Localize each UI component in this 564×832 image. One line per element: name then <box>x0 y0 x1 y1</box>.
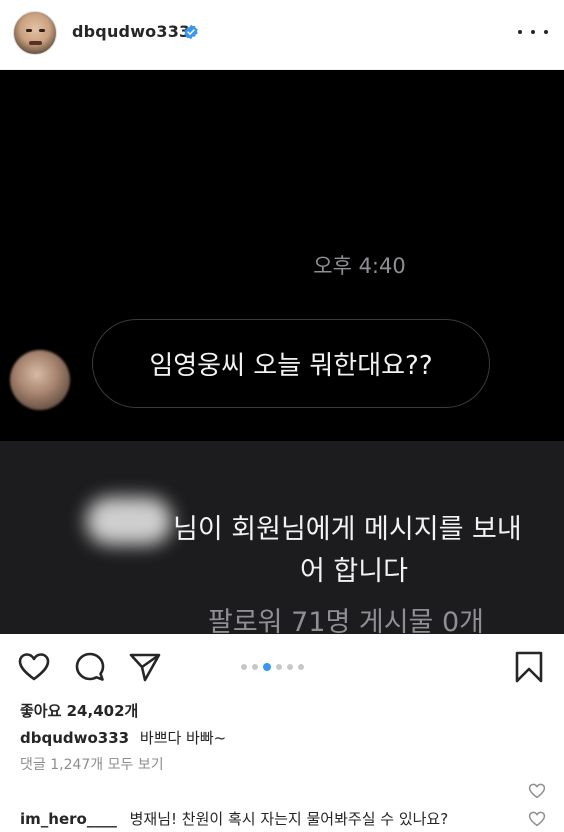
verified-badge-icon <box>184 24 198 40</box>
caption-text: 바쁘다 바빠~ <box>139 729 227 747</box>
carousel-dot <box>287 664 293 670</box>
request-stats: 팔로워 71명 게시물 0개 <box>208 607 485 634</box>
like-count[interactable]: 좋아요 24,402개 <box>20 700 138 721</box>
bookmark-icon[interactable] <box>512 650 546 684</box>
carousel-dot <box>241 664 247 670</box>
request-text-line2: 어 합니다 <box>300 556 408 587</box>
request-text-line1: 님이 회원님에게 메시지를 보내 <box>173 514 522 545</box>
carousel-dot <box>263 663 271 671</box>
message-text: 임영웅씨 오늘 뭐한대요?? <box>149 351 433 381</box>
like-comment-heart-icon[interactable] <box>528 810 546 828</box>
header-username[interactable]: dbqudwo333 <box>72 22 190 41</box>
profile-avatar[interactable] <box>13 11 57 55</box>
caption-username[interactable]: dbqudwo333 <box>20 729 129 747</box>
carousel-indicator <box>241 663 304 671</box>
comment-item: im_hero____ 병재님! 찬원이 혹시 자는지 물어봐주실 수 있나요? <box>20 808 448 829</box>
heart-icon[interactable] <box>17 650 51 684</box>
like-comment-heart-icon[interactable] <box>528 782 546 800</box>
sender-avatar <box>10 350 70 410</box>
more-options-icon[interactable] <box>518 22 548 42</box>
message-bubble: 임영웅씨 오늘 뭐한대요?? <box>92 319 490 408</box>
post-actions <box>0 634 564 694</box>
comment-text: 병재님! 찬원이 혹시 자는지 물어봐주실 수 있나요? <box>129 810 449 828</box>
share-icon[interactable] <box>128 650 162 684</box>
post-header: dbqudwo333 <box>0 0 564 70</box>
carousel-dot <box>252 664 258 670</box>
message-request-panel: 님이 회원님에게 메시지를 보내 어 합니다 팔로워 71명 게시물 0개 <box>0 441 564 634</box>
blurred-sender-name <box>86 497 172 545</box>
comment-username[interactable]: im_hero____ <box>20 810 117 828</box>
comment-icon[interactable] <box>73 650 107 684</box>
carousel-dot <box>276 664 282 670</box>
message-timestamp: 오후 4:40 <box>313 254 406 278</box>
post-caption: dbqudwo333 바쁘다 바빠~ <box>20 727 226 748</box>
view-all-comments-link[interactable]: 댓글 1,247개 모두 보기 <box>20 754 164 774</box>
carousel-dot <box>298 664 304 670</box>
post-image[interactable]: 오후 4:40 임영웅씨 오늘 뭐한대요?? 님이 회원님에게 메시지를 보내 … <box>0 70 564 634</box>
